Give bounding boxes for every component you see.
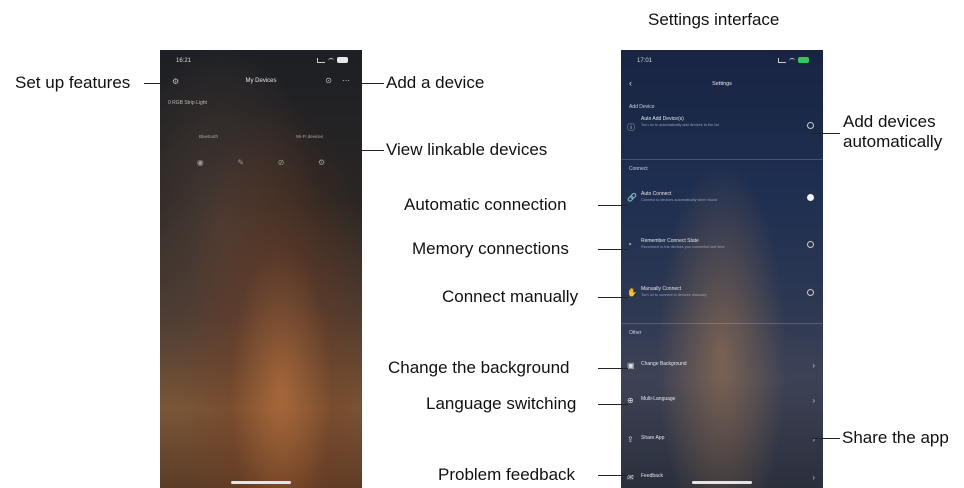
row-label: Manually Connect	[641, 286, 682, 292]
row-label: Auto Add Device(s)	[641, 116, 684, 122]
row-share-app[interactable]: ⇪ Share App ›	[621, 431, 823, 449]
callout-set-up-features: Set up features	[15, 73, 131, 92]
row-label: Share App	[641, 435, 665, 441]
tab-wifi[interactable]: Wi-Fi devices	[296, 134, 323, 139]
callout-add-device: Add a device	[386, 73, 485, 92]
settings-title: Settings	[712, 81, 732, 87]
memory-icon: ◔	[627, 240, 632, 249]
row-label: Auto Connect	[641, 191, 672, 197]
link-icon[interactable]: ⊘	[278, 158, 285, 167]
battery-icon	[798, 57, 809, 63]
row-label: Change Background	[641, 361, 687, 367]
row-auto-add[interactable]: ⓘ Auto Add Device(s) Turn on to automati…	[621, 114, 823, 144]
share-icon: ⇪	[627, 435, 634, 444]
leader-line	[598, 475, 628, 476]
manual-connect-radio[interactable]	[807, 289, 814, 296]
row-desc: Reconnect to the devices you connected l…	[641, 245, 725, 249]
callout-add-auto-line2: automatically	[843, 132, 943, 151]
palette-icon[interactable]: ◉	[197, 158, 204, 167]
leader-line	[144, 83, 172, 84]
row-change-background[interactable]: ▣ Change Background ›	[621, 357, 823, 375]
leader-line	[598, 205, 628, 206]
wifi-icon	[328, 57, 334, 63]
linkable-devices-icons: ◉ ✎ ⊘ ⚙	[160, 158, 362, 167]
device-tabs: Bluetooth Wi-Fi devices	[160, 134, 362, 139]
home-indicator	[231, 481, 291, 484]
row-remember-connect[interactable]: ◔ Remember Connect State Reconnect to th…	[621, 236, 823, 266]
leader-line	[338, 150, 384, 151]
callout-view-linkable: View linkable devices	[386, 140, 548, 159]
info-icon: ⓘ	[627, 123, 635, 132]
leader-line	[598, 249, 628, 250]
row-label: Multi-Language	[641, 396, 676, 402]
tab-bluetooth[interactable]: Bluetooth	[199, 134, 218, 139]
callout-change-background: Change the background	[388, 358, 570, 377]
link-icon: 🔗	[627, 193, 637, 202]
row-desc: Connect to devices automatically when fo…	[641, 198, 718, 202]
home-screen-phone: 16:21 ⚙ My Devices ⊙ ⋯ 0 RGB Strip Light…	[160, 50, 362, 488]
signal-icon	[317, 57, 325, 63]
status-bar: 16:21	[160, 56, 362, 68]
scan-icon[interactable]: ⊙	[325, 76, 332, 85]
auto-add-toggle[interactable]	[807, 122, 814, 129]
wifi-icon	[789, 57, 795, 63]
globe-icon: ⊕	[627, 396, 634, 405]
callout-share-app: Share the app	[842, 428, 949, 447]
status-time: 17:01	[637, 58, 653, 64]
callout-connect-manually: Connect manually	[442, 287, 579, 306]
feedback-icon: ✉	[627, 473, 634, 482]
callout-auto-connection: Automatic connection	[404, 195, 567, 214]
page-title: Settings interface	[648, 10, 780, 29]
callout-add-auto-line1: Add devices	[843, 112, 936, 131]
signal-icon	[778, 57, 786, 63]
leader-line	[812, 438, 840, 439]
remember-connect-radio[interactable]	[807, 241, 814, 248]
chevron-right-icon: ›	[812, 435, 815, 444]
row-language[interactable]: ⊕ Multi-Language ›	[621, 392, 823, 410]
row-feedback[interactable]: ✉ Feedback ›	[621, 469, 823, 487]
chevron-right-icon: ›	[812, 361, 815, 370]
callout-language-switching: Language switching	[426, 394, 577, 413]
row-manual-connect[interactable]: ✋ Manually Connect Turn on to connect to…	[621, 284, 823, 314]
section-connect: Connect	[629, 166, 648, 172]
chevron-right-icon: ›	[812, 396, 815, 405]
callout-memory-connections: Memory connections	[412, 239, 569, 258]
hand-icon: ✋	[627, 288, 637, 297]
settings-screen-phone: 17:01 ‹ Settings Add Device ⓘ Auto Add D…	[621, 50, 823, 488]
row-label: Remember Connect State	[641, 238, 699, 244]
chevron-right-icon: ›	[812, 473, 815, 482]
divider	[621, 159, 823, 160]
section-other: Other	[629, 330, 642, 336]
device-count: 0 RGB Strip Light	[168, 100, 207, 106]
section-add-device: Add Device	[629, 104, 655, 110]
battery-icon	[337, 57, 348, 63]
status-time: 16:21	[176, 58, 192, 64]
row-label: Feedback	[641, 473, 663, 479]
leader-line	[598, 368, 628, 369]
status-bar: 17:01	[621, 56, 823, 68]
leader-line	[810, 133, 840, 134]
row-auto-connect[interactable]: 🔗 Auto Connect Connect to devices automa…	[621, 189, 823, 219]
image-icon: ▣	[627, 361, 635, 370]
brush-icon[interactable]: ✎	[237, 158, 244, 167]
gear-icon[interactable]: ⚙	[318, 158, 325, 167]
leader-line	[598, 297, 628, 298]
leader-line	[344, 83, 384, 84]
home-indicator	[692, 481, 752, 484]
callout-problem-feedback: Problem feedback	[438, 465, 576, 484]
row-desc: Turn on to automatically add devices to …	[641, 123, 719, 127]
leader-line	[598, 404, 628, 405]
row-desc: Turn on to connect to devices manually	[641, 293, 707, 297]
auto-connect-radio[interactable]	[807, 194, 814, 201]
divider	[621, 323, 823, 324]
